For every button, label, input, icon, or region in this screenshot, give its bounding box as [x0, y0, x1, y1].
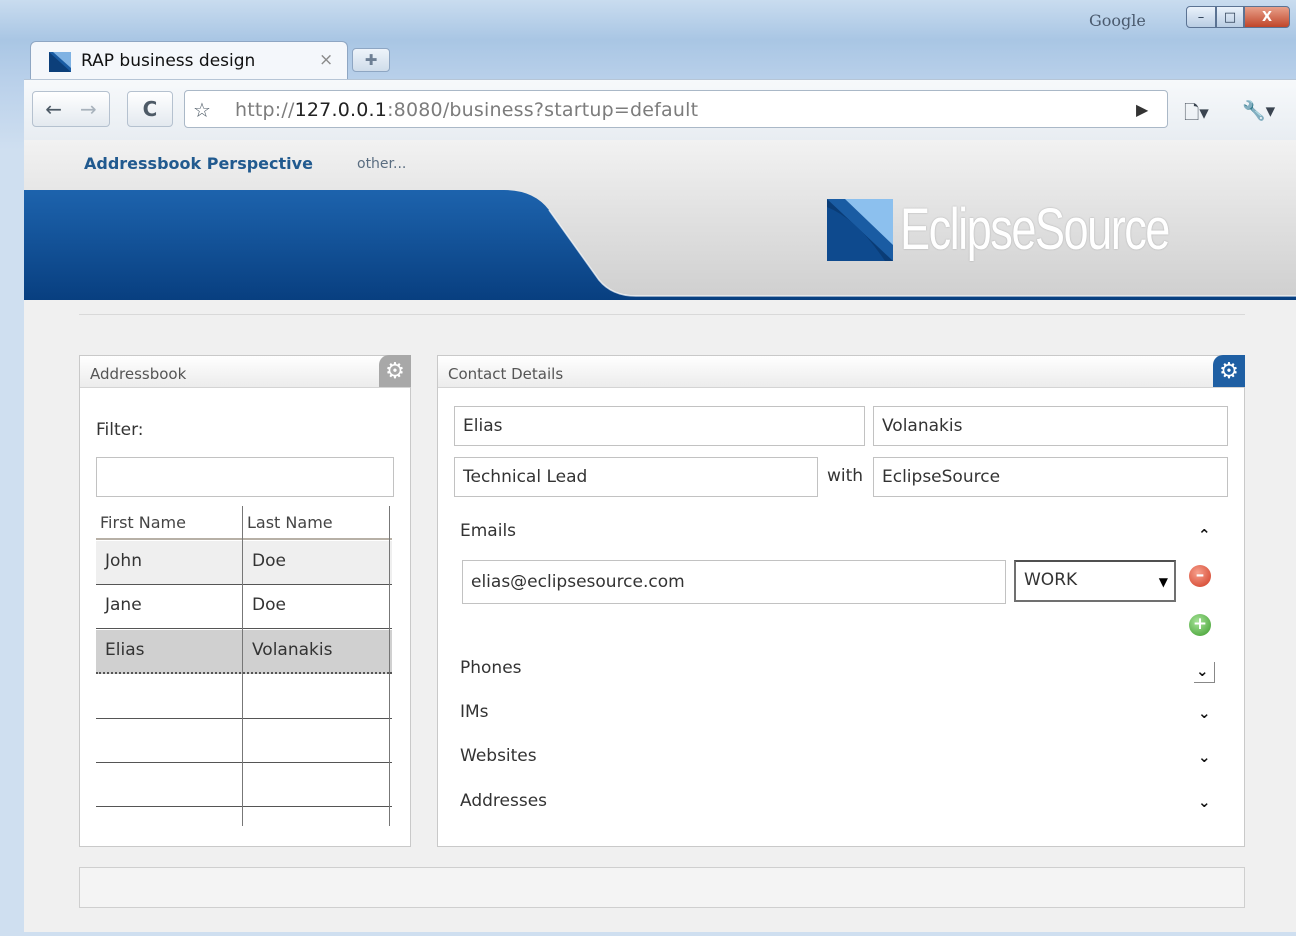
browser-tab[interactable]: RAP business design ×: [30, 41, 348, 79]
contacts-table: First Name Last Name John Doe Jane Doe E…: [96, 506, 392, 826]
filter-input[interactable]: [96, 457, 394, 497]
maximize-icon: □: [1223, 9, 1237, 25]
remove-email-button[interactable]: –: [1189, 565, 1211, 587]
tab-title: RAP business design: [81, 51, 256, 71]
collapse-emails-icon[interactable]: ⌃: [1198, 528, 1211, 543]
with-label: with: [827, 466, 864, 486]
maximize-button[interactable]: □: [1216, 6, 1244, 28]
expand-websites-icon[interactable]: ⌄: [1198, 750, 1211, 765]
table-row-selected[interactable]: Elias Volanakis: [96, 630, 392, 674]
address-bar[interactable]: ☆ http://127.0.0.1:8080/business?startup…: [184, 90, 1168, 128]
websites-section-label[interactable]: Websites: [460, 746, 537, 766]
close-window-button[interactable]: X: [1244, 6, 1290, 28]
cell-last-name: Volanakis: [252, 640, 333, 660]
ims-section-label[interactable]: IMs: [460, 702, 489, 722]
tab-close-icon[interactable]: ×: [319, 50, 333, 70]
url-path: :8080/business?startup=default: [387, 99, 699, 121]
plus-icon: +: [1192, 614, 1208, 634]
bookmark-star-icon[interactable]: ☆: [193, 98, 211, 122]
add-email-button[interactable]: +: [1189, 614, 1211, 636]
dropdown-arrow-icon: ▼: [1158, 575, 1168, 589]
table-row[interactable]: John Doe: [96, 541, 392, 585]
minus-icon: –: [1195, 565, 1205, 585]
plus-icon: ✚: [364, 51, 378, 69]
cell-first-name: Jane: [105, 595, 142, 615]
cell-first-name: Elias: [105, 640, 145, 660]
forward-arrow-icon[interactable]: →: [80, 97, 97, 121]
url-host: 127.0.0.1: [294, 99, 388, 121]
column-header-first-name[interactable]: First Name: [96, 506, 244, 540]
addressbook-panel-title: Addressbook: [90, 365, 187, 383]
perspective-link-other[interactable]: other...: [357, 156, 406, 172]
column-separator: [389, 506, 390, 826]
go-play-icon[interactable]: ▶: [1136, 100, 1148, 119]
email-type-value: WORK: [1024, 570, 1078, 590]
gear-icon[interactable]: ⚙: [379, 355, 411, 387]
eclipsesource-logo-text: EclipseSource: [900, 197, 1170, 262]
close-icon: X: [1261, 9, 1273, 25]
table-row-empty: [96, 807, 392, 826]
addressbook-panel-header: Addressbook ⚙: [80, 355, 411, 388]
email-field[interactable]: elias@eclipsesource.com: [462, 560, 1006, 604]
browser-window: Google – □ X RAP business design × ✚ ← →…: [0, 0, 1296, 936]
wrench-menu-icon[interactable]: 🔧▾: [1242, 99, 1275, 122]
phones-section-label[interactable]: Phones: [460, 658, 522, 678]
last-name-field[interactable]: Volanakis: [873, 406, 1228, 446]
eclipsesource-favicon-icon: [49, 52, 71, 72]
cell-last-name: Doe: [252, 551, 286, 571]
job-title-field[interactable]: Technical Lead: [454, 457, 818, 497]
emails-section-label[interactable]: Emails: [460, 521, 516, 541]
page-content: Addressbook Perspective other... Eclipse: [24, 140, 1296, 932]
back-forward-group: ← →: [32, 91, 110, 127]
filter-label: Filter:: [96, 420, 144, 440]
column-separator: [242, 506, 243, 826]
cell-last-name: Doe: [252, 595, 286, 615]
email-type-select[interactable]: WORK ▼: [1014, 560, 1176, 602]
expand-phones-icon[interactable]: ⌄: [1194, 662, 1215, 683]
window-title-text: Google: [1089, 11, 1146, 30]
table-row-empty: [96, 719, 392, 763]
gear-icon[interactable]: ⚙: [1213, 355, 1245, 387]
reload-icon: C: [142, 97, 158, 121]
perspective-link-addressbook[interactable]: Addressbook Perspective: [84, 154, 313, 173]
header-divider: [79, 314, 1245, 315]
back-arrow-icon[interactable]: ←: [45, 97, 62, 121]
minimize-icon: –: [1197, 9, 1205, 25]
first-name-field[interactable]: Elias: [454, 406, 865, 446]
reload-button[interactable]: C: [127, 91, 173, 127]
url-text[interactable]: http://127.0.0.1:8080/business?startup=d…: [235, 99, 698, 121]
minimize-button[interactable]: –: [1186, 6, 1216, 28]
window-controls: – □ X: [1186, 6, 1290, 28]
contact-details-panel: Contact Details ⚙ Elias Volanakis Techni…: [437, 355, 1245, 847]
contact-details-panel-header: Contact Details ⚙: [438, 355, 1245, 388]
table-row-empty: [96, 675, 392, 719]
eclipsesource-logo-icon: [827, 199, 893, 261]
company-field[interactable]: EclipseSource: [873, 457, 1228, 497]
table-row[interactable]: Jane Doe: [96, 585, 392, 629]
url-scheme: http://: [235, 99, 295, 121]
expand-ims-icon[interactable]: ⌄: [1198, 706, 1211, 721]
status-bar: [79, 867, 1245, 908]
browser-toolbar: ← → C ☆ http://127.0.0.1:8080/business?s…: [24, 79, 1296, 140]
new-tab-button[interactable]: ✚: [352, 48, 390, 72]
addressbook-panel: Addressbook ⚙ Filter: First Name Last Na…: [79, 355, 411, 847]
app-header: Addressbook Perspective other... Eclipse: [24, 140, 1296, 300]
addresses-section-label[interactable]: Addresses: [460, 791, 547, 811]
page-menu-icon[interactable]: 🗋▾: [1184, 99, 1209, 131]
expand-addresses-icon[interactable]: ⌄: [1198, 795, 1211, 810]
table-row-empty: [96, 763, 392, 807]
cell-first-name: John: [105, 551, 142, 571]
column-header-last-name[interactable]: Last Name: [243, 506, 392, 540]
contact-details-panel-title: Contact Details: [448, 365, 564, 383]
